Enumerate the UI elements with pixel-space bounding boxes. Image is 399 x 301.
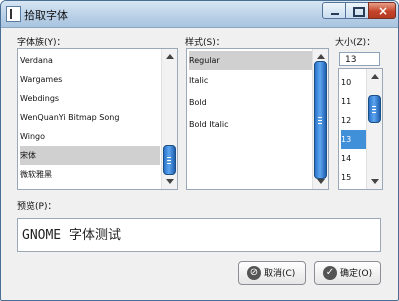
style-item[interactable]: Bold Italic [189,115,312,134]
cancel-button[interactable]: ⊘ 取消(C) [238,261,306,285]
minimize-button[interactable] [322,2,346,19]
maximize-button[interactable] [345,2,369,19]
scroll-down-icon[interactable] [166,179,174,184]
style-scrollbar[interactable] [312,49,328,189]
scroll-down-icon[interactable] [317,179,325,184]
scroll-down-icon[interactable] [371,179,379,184]
family-item[interactable]: Verdana [20,51,160,70]
scroll-thumb[interactable] [314,61,327,179]
preview-box[interactable]: GNOME 字体测试 [17,218,381,252]
style-label: 样式(S)： [185,38,225,48]
style-item[interactable]: Italic [189,71,312,90]
scroll-thumb[interactable] [368,95,381,123]
size-input[interactable]: 13 [339,52,380,66]
family-item[interactable]: Webdings [20,89,160,108]
window-title: 拾取字体 [24,9,68,22]
font-family-list[interactable]: Verdana Wargames Webdings WenQuanYi Bitm… [17,48,178,190]
family-item[interactable]: WenQuanYi Bitmap Song [20,108,160,127]
size-item[interactable]: 10 [341,73,366,92]
family-label: 字体族(Y)： [17,38,66,48]
size-list[interactable]: 10 11 12 13 14 15 [338,68,383,190]
size-label: 大小(Z)： [335,38,376,48]
size-item[interactable]: 12 [341,111,366,130]
app-icon [6,6,21,22]
family-item[interactable]: Wargames [20,70,160,89]
title-bar: 拾取字体 × [1,1,398,28]
family-item[interactable]: 微软雅黑 [20,165,160,184]
size-item[interactable]: 15 [341,168,366,187]
font-picker-window: 拾取字体 × 字体族(Y)： 样式(S)： 大小(Z)： Verdana War… [0,0,399,301]
ok-button[interactable]: ✓ 确定(O) [314,261,381,285]
scroll-up-icon[interactable] [371,74,379,79]
maximize-icon [353,7,365,17]
scroll-up-icon[interactable] [166,54,174,59]
minimize-icon [331,13,339,15]
family-scrollbar[interactable] [161,49,177,189]
style-item-selected[interactable]: Regular [189,51,312,70]
ok-icon: ✓ [323,266,337,280]
family-item-selected[interactable]: 宋体 [20,146,160,165]
close-button[interactable]: × [368,2,396,19]
close-icon: × [378,4,389,18]
size-item[interactable]: 11 [341,92,366,111]
size-item[interactable]: 14 [341,149,366,168]
scroll-up-icon[interactable] [317,54,325,59]
cancel-icon: ⊘ [247,266,261,280]
font-style-list[interactable]: Regular Italic Bold Bold Italic [186,48,329,190]
family-item[interactable]: Wingo [20,127,160,146]
preview-label: 预览(P)： [17,202,57,212]
ok-label: 确定(O) [340,269,373,279]
style-item[interactable]: Bold [189,93,312,112]
size-item-selected[interactable]: 13 [341,130,366,149]
size-scrollbar[interactable] [366,69,382,189]
scroll-thumb[interactable] [163,145,176,175]
cancel-label: 取消(C) [264,269,296,279]
